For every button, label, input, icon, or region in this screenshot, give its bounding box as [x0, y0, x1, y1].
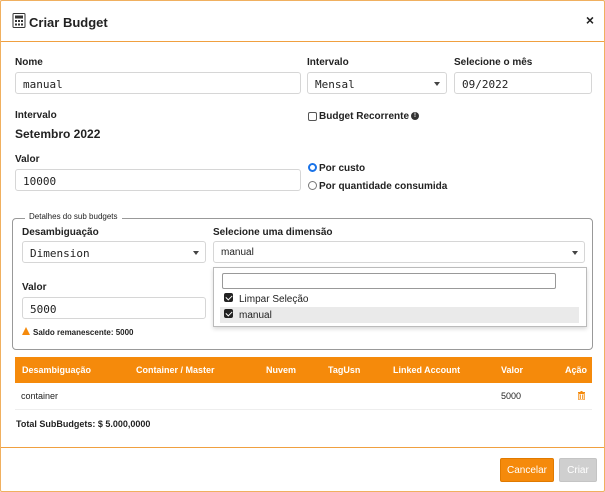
- desambiguacao-select[interactable]: Dimension: [22, 241, 206, 263]
- clear-selection-checkbox[interactable]: [224, 293, 233, 302]
- modal-header: Criar Budget ×: [1, 1, 604, 42]
- saldo-remanescente: Saldo remanescente: 5000: [33, 328, 134, 337]
- budget-recorrente-label: Budget Recorrente: [319, 111, 410, 122]
- valor-label: Valor: [15, 154, 40, 165]
- modal-title: Criar Budget: [29, 15, 108, 30]
- month-label: Selecione o mês: [454, 57, 533, 68]
- intervalo-display-label: Intervalo: [15, 110, 57, 121]
- sub-valor-label: Valor: [22, 282, 47, 293]
- intervalo-select[interactable]: Mensal: [307, 72, 447, 94]
- cell-valor: 5000: [501, 391, 522, 401]
- chevron-down-icon: [434, 82, 440, 86]
- col-linked-account: Linked Account: [393, 365, 461, 375]
- nome-input[interactable]: manual: [15, 72, 301, 94]
- intervalo-label: Intervalo: [307, 57, 349, 68]
- trash-icon[interactable]: [578, 391, 585, 400]
- col-acao: Ação: [565, 365, 588, 375]
- sub-valor-input[interactable]: 5000: [22, 297, 206, 319]
- info-icon[interactable]: !: [411, 112, 419, 120]
- budget-recorrente-checkbox[interactable]: [308, 112, 317, 121]
- create-budget-modal: Criar Budget × Nome manual Intervalo Men…: [0, 0, 605, 492]
- dropdown-item-manual[interactable]: manual: [220, 307, 579, 323]
- dimensao-select[interactable]: manual: [213, 241, 585, 263]
- dimensao-select-value: manual: [221, 247, 254, 258]
- desambiguacao-label: Desambiguação: [22, 227, 99, 238]
- footer-divider: [1, 447, 604, 448]
- col-tagusn: TagUsn: [328, 365, 361, 375]
- cell-desambiguacao: container: [21, 391, 59, 401]
- cancel-button[interactable]: Cancelar: [500, 458, 554, 482]
- radio-por-quantidade[interactable]: [308, 181, 317, 190]
- col-nuvem: Nuvem: [266, 365, 297, 375]
- total-subbudgets: Total SubBudgets: $ 5.000,0000: [16, 419, 151, 429]
- valor-input[interactable]: 10000: [15, 169, 301, 191]
- manual-checkbox[interactable]: [224, 309, 233, 318]
- dropdown-item-label: manual: [239, 310, 272, 321]
- dropdown-item-label: Limpar Seleção: [239, 294, 309, 305]
- sub-budgets-legend: Detalhes do sub budgets: [25, 212, 122, 221]
- radio-por-quantidade-label: Por quantidade consumida: [319, 181, 448, 192]
- dropdown-item-clear[interactable]: Limpar Seleção: [220, 291, 579, 307]
- col-container: Container / Master: [136, 365, 215, 375]
- table-row: container 5000: [15, 383, 592, 410]
- intervalo-select-value: Mensal: [315, 78, 355, 91]
- nome-label: Nome: [15, 57, 43, 68]
- col-valor: Valor: [501, 365, 524, 375]
- calculator-icon: [12, 13, 26, 28]
- radio-por-custo[interactable]: [308, 163, 317, 172]
- create-button[interactable]: Criar: [559, 458, 597, 482]
- intervalo-display-value: Setembro 2022: [15, 127, 101, 141]
- radio-por-custo-label: Por custo: [319, 163, 366, 174]
- col-desambiguacao: Desambiguação: [22, 365, 92, 375]
- dimensao-dropdown: Limpar Seleção manual: [213, 267, 587, 327]
- month-input[interactable]: 09/2022: [454, 72, 592, 94]
- dimensao-label: Selecione uma dimensão: [213, 227, 333, 238]
- chevron-down-icon: [193, 251, 199, 255]
- dropdown-search-input[interactable]: [222, 273, 556, 289]
- chevron-down-icon: [572, 251, 578, 255]
- table-header: Desambiguação Container / Master Nuvem T…: [15, 357, 592, 383]
- warning-icon: [22, 327, 30, 335]
- desambiguacao-select-value: Dimension: [30, 247, 90, 260]
- close-icon[interactable]: ×: [586, 12, 594, 28]
